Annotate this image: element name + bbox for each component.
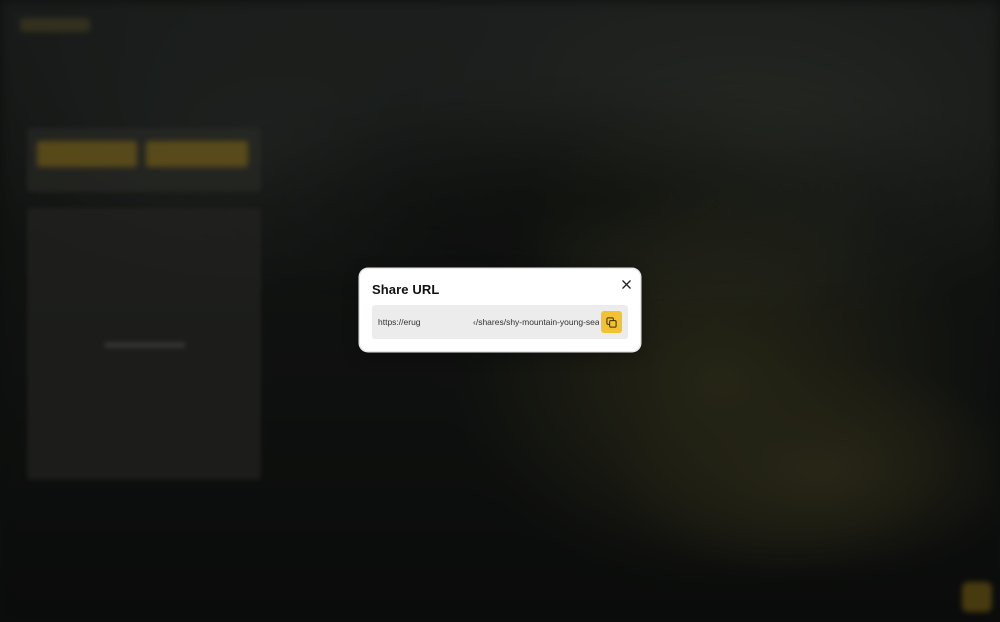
share-url-start: https://erug (378, 317, 421, 327)
share-url-field[interactable]: https://erug ‹/shares/shy-mountain-young… (372, 305, 628, 339)
share-url-dialog: Share URL https://erug ‹/shares/shy-moun… (360, 269, 640, 351)
copy-icon (606, 316, 617, 328)
dialog-title: Share URL (372, 282, 440, 297)
share-url-end: ‹/shares/shy-mountain-young-sea (473, 317, 599, 327)
copy-url-button[interactable] (601, 311, 622, 333)
app-screen: Share URL https://erug ‹/shares/shy-moun… (0, 0, 1000, 622)
close-button[interactable] (618, 276, 634, 292)
close-icon (621, 279, 631, 289)
